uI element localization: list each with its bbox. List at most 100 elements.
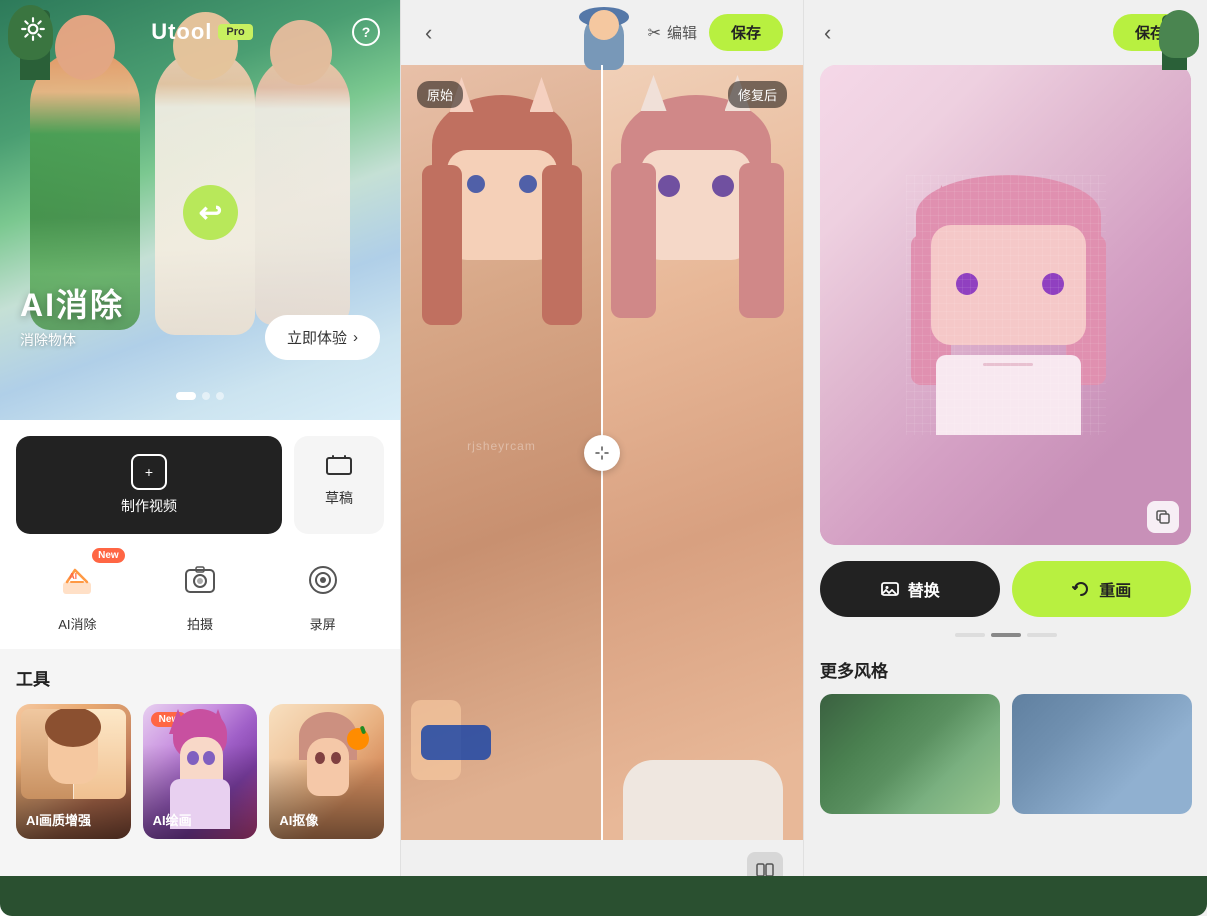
before-face-shape [432, 95, 572, 295]
hero-main-title: AI消除 [20, 280, 124, 326]
style-thumb-1[interactable] [820, 694, 1000, 814]
middle-save-button[interactable]: 保存 [709, 14, 783, 51]
create-video-button[interactable]: + 制作视频 [16, 436, 282, 534]
replace-button[interactable]: 替换 [820, 561, 1000, 617]
action-buttons-row: 替换 重画 [804, 545, 1207, 629]
photo-icon [174, 554, 226, 606]
middle-save-label: 保存 [731, 25, 761, 42]
before-hair-right [542, 165, 582, 325]
help-label: ? [362, 24, 371, 40]
dot-1[interactable] [176, 392, 196, 400]
style-thumbnails [804, 694, 1207, 814]
quick-tool-record[interactable]: 录屏 [261, 554, 384, 633]
scissors-icon: ✂ [648, 23, 661, 43]
tool-card-portrait-label: AI抠像 [279, 810, 318, 829]
logo-area: Utool Pro [151, 19, 253, 45]
pro-badge: Pro [218, 24, 252, 40]
draft-label: 草稿 [325, 488, 353, 508]
before-face-skin [447, 150, 557, 260]
label-after: 修复后 [728, 81, 787, 108]
left-panel: ↩ Utool Pro ? AI消除 消除物体 立即体验 [0, 0, 400, 916]
hero-title: AI消除 消除物体 [20, 280, 124, 350]
quick-tool-photo[interactable]: 拍摄 [139, 554, 262, 633]
ai-erase-label: AI消除 [58, 614, 96, 633]
hero-section: ↩ Utool Pro ? AI消除 消除物体 立即体验 [0, 0, 400, 420]
pixel-art-display [820, 65, 1191, 545]
tool-card-paint-label: AI绘画 [153, 810, 192, 829]
try-button-label: 立即体验 [287, 327, 347, 348]
logo-text: Utool [151, 19, 212, 45]
pixel-face [906, 175, 1106, 435]
draft-icon [325, 454, 353, 482]
hero-subtitle: 消除物体 [20, 330, 124, 350]
divider-handle[interactable] [584, 435, 620, 471]
try-button-arrow: › [353, 329, 358, 346]
edit-label: 编辑 [667, 22, 697, 43]
dot-2[interactable] [202, 392, 210, 400]
after-face-shape [626, 95, 766, 295]
before-hair-left [422, 165, 462, 325]
person-after [255, 55, 350, 325]
settings-icon[interactable] [20, 16, 52, 48]
plus-symbol: + [145, 464, 153, 480]
replace-label: 替换 [908, 577, 940, 601]
help-icon[interactable]: ? [352, 18, 380, 46]
after-eye-right [712, 175, 734, 197]
tools-grid: AI画质增强 New AI绘画 [16, 704, 384, 839]
copy-button[interactable] [1147, 501, 1179, 533]
comparison-divider [601, 65, 603, 840]
quick-tools: New AI AI消除 拍摄 [0, 546, 400, 649]
right-header: ‹ 保存 [804, 0, 1207, 65]
dot-3[interactable] [216, 392, 224, 400]
after-eye-left [658, 175, 680, 197]
svg-text:AI: AI [69, 572, 77, 581]
result-image-area [820, 65, 1191, 545]
label-before: 原始 [417, 81, 463, 108]
before-eye-left [467, 175, 485, 193]
create-video-label: 制作视频 [121, 496, 177, 516]
edit-icon-area: ✂ 编辑 [648, 22, 697, 43]
tool-card-ai-paint[interactable]: New AI绘画 [143, 704, 258, 839]
comparison-container: 原始 修复后 rjsheyrcam [401, 65, 803, 840]
after-face-skin [641, 150, 751, 260]
progress-dots [804, 629, 1207, 649]
tool-card-ai-portrait[interactable]: AI抠像 [269, 704, 384, 839]
watermark: rjsheyrcam [467, 439, 536, 453]
record-label: 录屏 [310, 614, 336, 633]
right-back-icon: ‹ [824, 20, 831, 45]
middle-panel: ‹ ✂ 编辑 保存 [400, 0, 804, 916]
pixel-overlay [906, 175, 1106, 435]
progress-dot-3 [1027, 633, 1057, 637]
after-hair-left [611, 163, 656, 318]
tools-section: 工具 AI画质增强 New [0, 649, 400, 851]
tools-section-label: 工具 [16, 665, 384, 690]
before-eye-right [519, 175, 537, 193]
transform-arrow: ↩ [183, 185, 238, 240]
quick-tool-ai-erase[interactable]: New AI AI消除 [16, 554, 139, 633]
progress-dot-1 [955, 633, 985, 637]
tool-card-ai-enhance[interactable]: AI画质增强 [16, 704, 131, 839]
back-icon: ‹ [425, 20, 432, 45]
try-button[interactable]: 立即体验 › [265, 315, 380, 360]
style-thumb-2[interactable] [1012, 694, 1192, 814]
record-icon [297, 554, 349, 606]
photo-label: 拍摄 [187, 614, 213, 633]
right-panel: ‹ 保存 [804, 0, 1207, 916]
more-styles-label: 更多风格 [804, 649, 1207, 694]
tool-card-enhance-label: AI画质增强 [26, 810, 91, 829]
redraw-button[interactable]: 重画 [1012, 561, 1192, 617]
image-comparison-area: 原始 修复后 rjsheyrcam [401, 65, 803, 840]
header-center: ✂ 编辑 保存 [648, 14, 783, 51]
hero-topbar: Utool Pro ? [0, 0, 400, 64]
action-row: + 制作视频 草稿 [0, 420, 400, 546]
progress-dot-2 [991, 633, 1021, 637]
carousel-dots [176, 392, 224, 400]
redraw-label: 重画 [1099, 577, 1131, 601]
after-hair-right [739, 163, 784, 318]
after-face-area [602, 65, 803, 840]
middle-back-button[interactable]: ‹ [421, 16, 436, 50]
plus-icon: + [131, 454, 167, 490]
before-face-area [401, 65, 602, 840]
draft-button[interactable]: 草稿 [294, 436, 384, 534]
right-back-button[interactable]: ‹ [824, 20, 831, 46]
